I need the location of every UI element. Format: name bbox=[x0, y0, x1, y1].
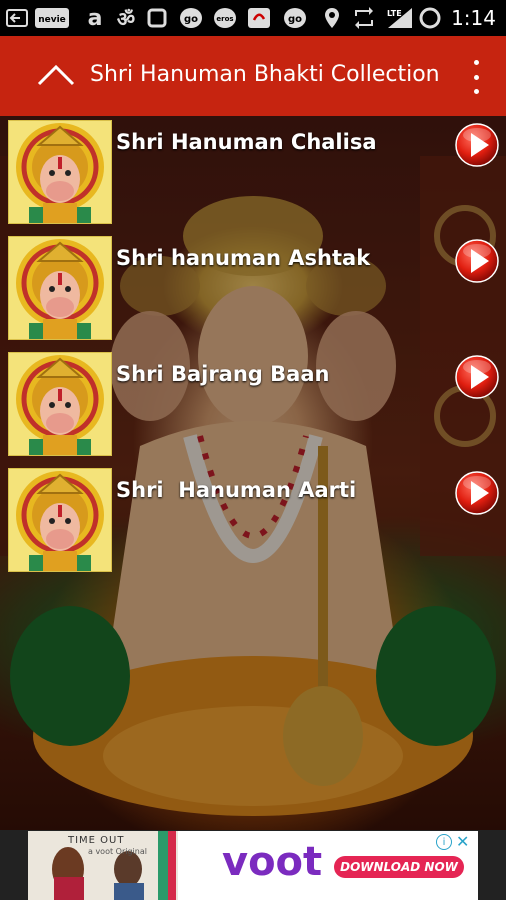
hanuman-thumbnail bbox=[8, 120, 112, 224]
status-bar: nevie a ॐ go eros go LTE 1:14 bbox=[0, 0, 506, 36]
square-app-icon bbox=[146, 7, 168, 29]
play-icon bbox=[455, 123, 499, 167]
play-button[interactable] bbox=[454, 354, 500, 400]
app-title: Shri Hanuman Bhakti Collection bbox=[90, 62, 440, 87]
battery-icon bbox=[418, 7, 442, 29]
play-icon bbox=[455, 355, 499, 399]
nhs-icon: nevie bbox=[34, 7, 70, 29]
ad-subtag: a voot Original bbox=[88, 847, 147, 856]
list-item-label: Shri Hanuman Chalisa bbox=[116, 130, 377, 154]
play-icon bbox=[455, 239, 499, 283]
hanuman-thumbnail bbox=[8, 236, 112, 340]
om-icon: ॐ bbox=[116, 6, 136, 31]
background-artwork: Shri Hanuman Chalisa Shri hanuman Ashtak… bbox=[0, 116, 506, 830]
ad-banner[interactable]: TIME OUT a voot Original voot DOWNLOAD N… bbox=[28, 831, 478, 900]
download-now-button[interactable]: DOWNLOAD NOW bbox=[334, 856, 464, 878]
svg-text:eros: eros bbox=[216, 15, 233, 23]
svg-text:go: go bbox=[288, 14, 302, 25]
ad-tag: TIME OUT bbox=[68, 835, 125, 846]
lte-signal-icon: LTE bbox=[384, 7, 414, 29]
location-icon bbox=[322, 7, 342, 29]
back-notification-icon bbox=[6, 7, 28, 29]
app-bar: Shri Hanuman Bhakti Collection bbox=[0, 36, 506, 116]
lte-label: LTE bbox=[387, 9, 402, 18]
list-item[interactable]: Shri hanuman Ashtak bbox=[0, 232, 506, 348]
ad-close-icon[interactable]: ✕ bbox=[456, 832, 469, 851]
list-item-label: Shri hanuman Ashtak bbox=[116, 246, 371, 270]
ad-brand: voot bbox=[222, 839, 323, 885]
eros-icon: eros bbox=[212, 7, 238, 29]
amazon-icon: a bbox=[87, 5, 103, 31]
clock: 1:14 bbox=[451, 6, 496, 30]
play-button[interactable] bbox=[454, 238, 500, 284]
go-icon: go bbox=[282, 7, 308, 29]
list-item[interactable]: Shri Hanuman Chalisa bbox=[0, 116, 506, 232]
list-item-label: Shri Bajrang Baan bbox=[116, 362, 330, 386]
sync-icon bbox=[352, 7, 376, 29]
list-item[interactable]: Shri Hanuman Aarti bbox=[0, 464, 506, 580]
list-item[interactable]: Shri Bajrang Baan bbox=[0, 348, 506, 464]
svg-text:nevie: nevie bbox=[38, 15, 66, 25]
go-icon: go bbox=[178, 7, 204, 29]
svg-text:go: go bbox=[184, 14, 198, 25]
chevron-up-icon[interactable] bbox=[36, 60, 76, 90]
ad-info-icon[interactable]: i bbox=[436, 834, 452, 850]
play-button[interactable] bbox=[454, 122, 500, 168]
overflow-menu-icon[interactable] bbox=[462, 60, 490, 94]
play-icon bbox=[455, 471, 499, 515]
hanuman-thumbnail bbox=[8, 352, 112, 456]
play-button[interactable] bbox=[454, 470, 500, 516]
airtel-icon bbox=[246, 7, 272, 29]
hanuman-thumbnail bbox=[8, 468, 112, 572]
list-item-label: Shri Hanuman Aarti bbox=[116, 478, 357, 502]
